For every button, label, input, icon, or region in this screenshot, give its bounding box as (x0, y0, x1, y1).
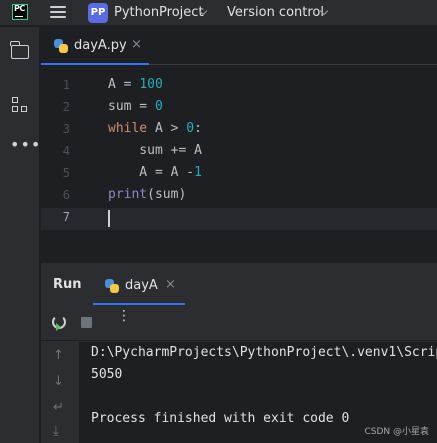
console-line: 5050 (91, 367, 123, 382)
scroll-to-end-icon[interactable]: ⤓ (53, 424, 59, 439)
line-number: 6 (62, 188, 70, 202)
arrow-down-icon[interactable]: ↓ (53, 374, 64, 389)
console-line: Process finished with exit code 0 (91, 411, 350, 426)
code-line-5: A = A -1 (108, 165, 202, 180)
run-tab-label: dayA (125, 278, 158, 293)
code-line-4: sum += A (108, 143, 202, 158)
text-caret (108, 210, 110, 227)
code-line-6: print(sum) (108, 187, 187, 202)
tab-close-icon[interactable]: × (131, 37, 142, 52)
watermark: CSDN @小星袁 (364, 427, 429, 437)
tab-label: dayA.py (74, 38, 127, 53)
code-line-1: A = 100 (108, 77, 163, 92)
console-line: D:\PycharmProjects\PythonProject\.venv1\… (91, 345, 437, 360)
stop-icon[interactable] (81, 317, 92, 328)
main-menu-icon[interactable] (50, 6, 66, 20)
run-tool-window: Run dayA × ⋮ ↑ ↓ ↵ ⤓ D:\PycharmProjects\… (41, 262, 437, 443)
title-bar: PC PP PythonProject Version control (0, 0, 437, 26)
line-number: 3 (62, 122, 70, 136)
line-number-active: 7 (62, 210, 70, 224)
python-file-icon (54, 39, 68, 53)
run-tab-daya[interactable]: dayA × (93, 271, 185, 305)
run-toolbar: ⋮ (41, 305, 437, 341)
project-badge[interactable]: PP (88, 3, 108, 23)
pycharm-logo-icon[interactable]: PC (12, 4, 28, 20)
run-header: Run dayA × (41, 263, 437, 305)
soft-wrap-icon[interactable]: ↵ (53, 400, 64, 415)
run-panel-title: Run (53, 277, 82, 292)
arrow-up-icon[interactable]: ↑ (53, 348, 64, 363)
editor-tab-bar: dayA.py × (41, 27, 437, 65)
tool-window-strip: ••• (0, 27, 40, 443)
console-side-toolbar: ↑ ↓ ↵ ⤓ (41, 342, 79, 443)
more-tools-icon[interactable]: ••• (10, 135, 41, 154)
line-number: 1 (62, 78, 70, 92)
code-editor[interactable]: 1 2 3 4 5 6 7 A = 100 sum = 0 while A > … (41, 66, 437, 262)
run-tab-close-icon[interactable]: × (165, 277, 176, 292)
code-line-2: sum = 0 (108, 99, 163, 114)
more-options-icon[interactable]: ⋮ (117, 309, 131, 323)
version-control-menu[interactable]: Version control (227, 5, 324, 20)
line-number: 2 (62, 100, 70, 114)
line-gutter: 1 2 3 4 5 6 7 (41, 66, 105, 262)
line-number: 4 (62, 144, 70, 158)
project-name[interactable]: PythonProject (114, 5, 204, 20)
code-line-3: while A > 0: (108, 121, 202, 136)
project-folder-icon[interactable] (10, 41, 29, 59)
rerun-icon[interactable] (52, 315, 66, 331)
structure-icon[interactable] (12, 97, 28, 113)
line-number: 5 (62, 166, 70, 180)
python-file-icon (105, 279, 119, 293)
tab-daya-py[interactable]: dayA.py × (41, 27, 149, 65)
